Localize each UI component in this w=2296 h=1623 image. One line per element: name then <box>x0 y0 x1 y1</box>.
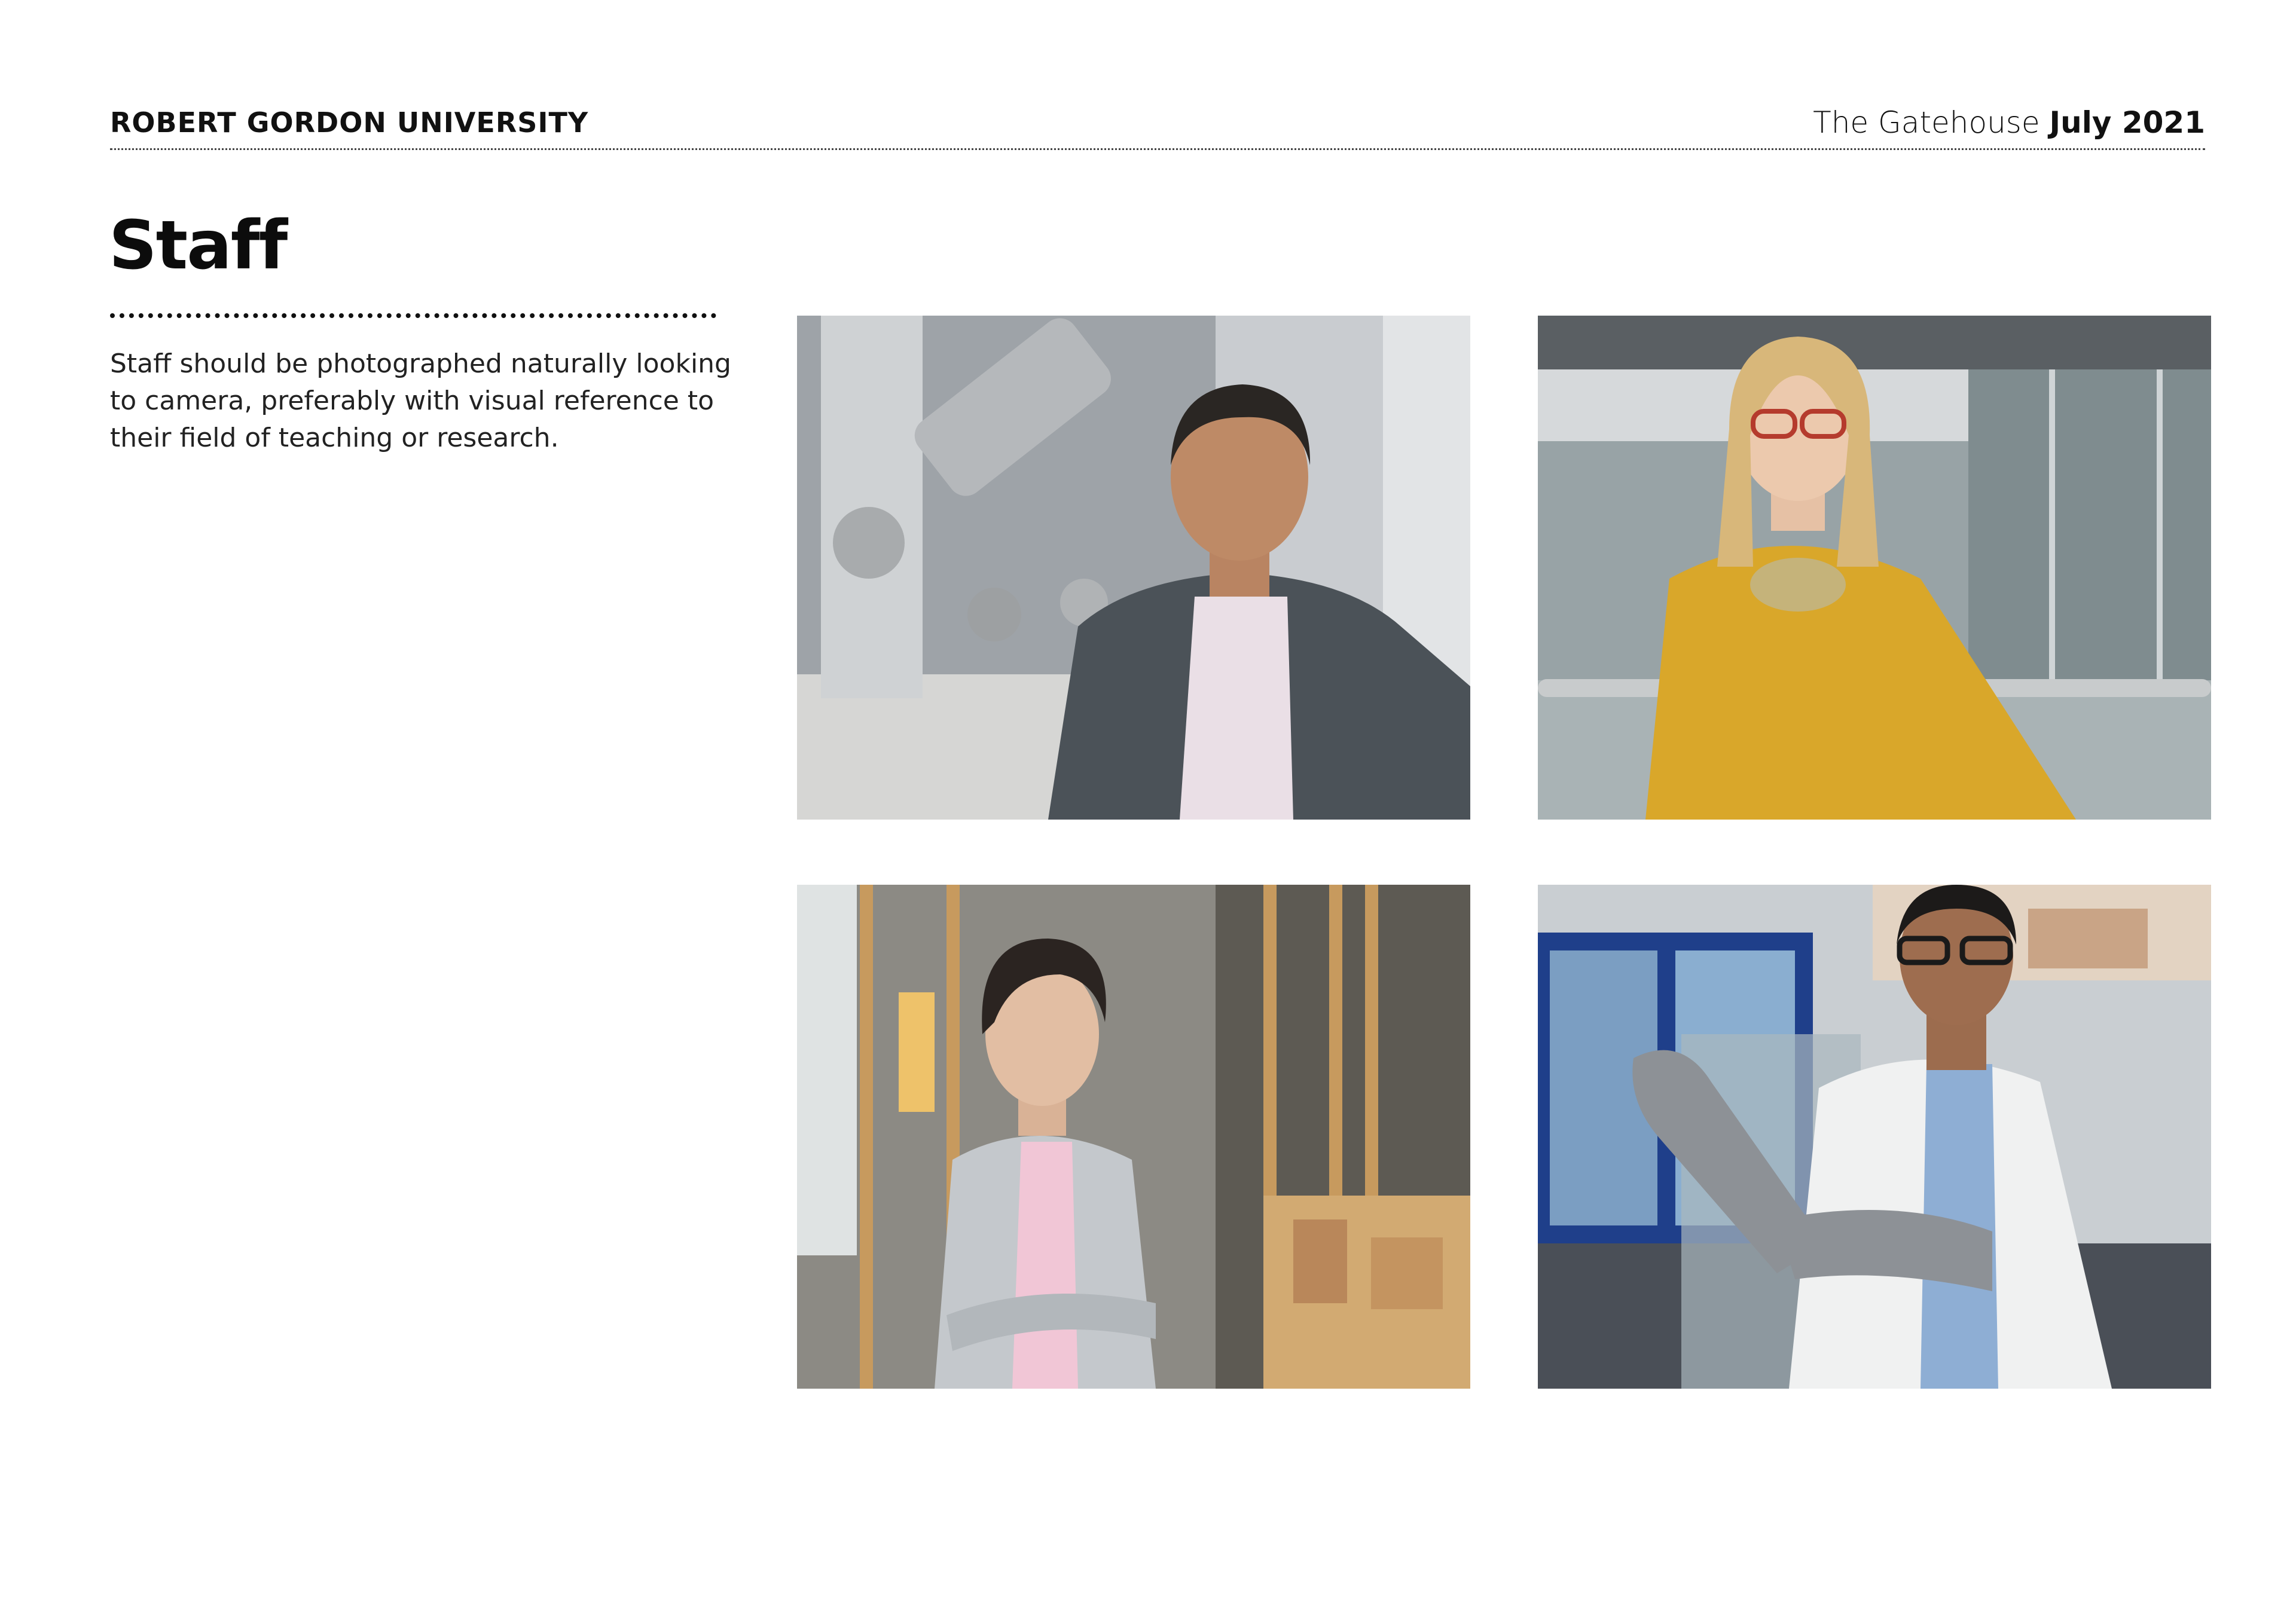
staff-photo-lab-coat-gloves <box>1538 885 2211 1389</box>
staff-photo-yellow-sweater <box>1538 316 2211 820</box>
page-title: Staff <box>109 207 288 285</box>
publication-info: The Gatehouse July 2021 <box>1813 105 2205 140</box>
publication-name: The Gatehouse <box>1813 105 2040 140</box>
staff-photo-architecture-models <box>797 885 1470 1389</box>
page-header: ROBERT GORDON UNIVERSITY The Gatehouse J… <box>110 103 2205 150</box>
publication-date: July 2021 <box>2049 105 2206 140</box>
section-description: Staff should be photographed naturally l… <box>110 349 731 453</box>
title-divider <box>110 313 716 318</box>
staff-photo-lab-equipment <box>797 316 1470 820</box>
organization-name: ROBERT GORDON UNIVERSITY <box>110 106 589 139</box>
